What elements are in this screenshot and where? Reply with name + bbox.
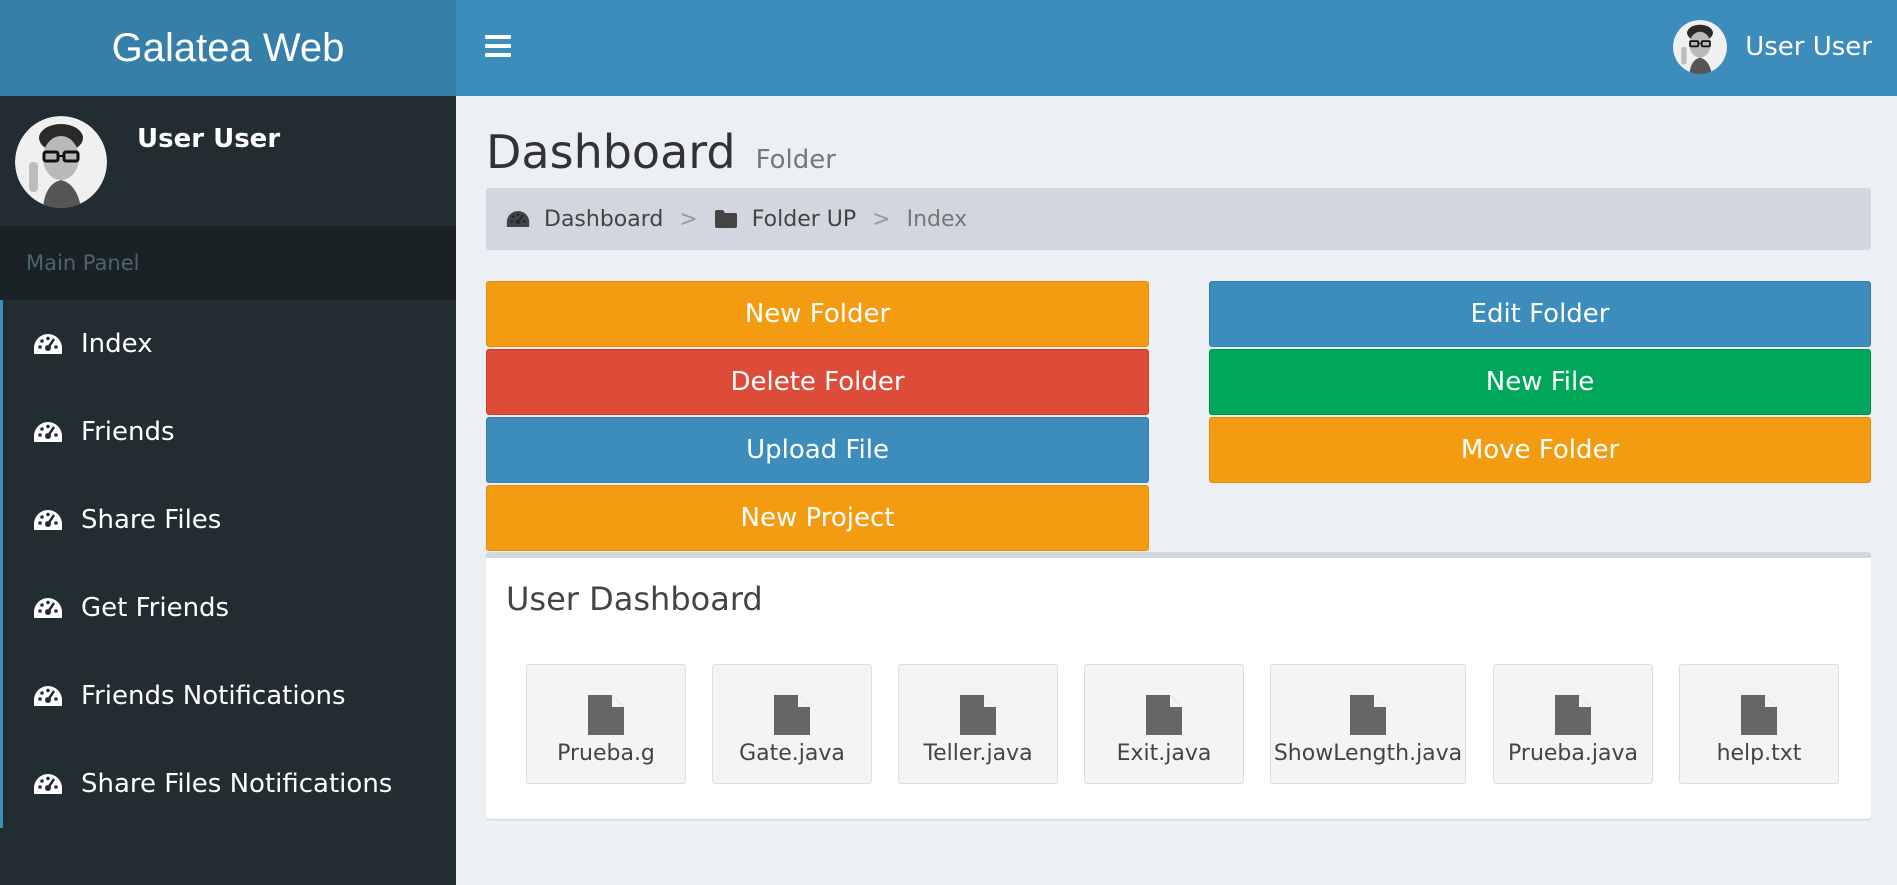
dashboard-icon bbox=[33, 421, 63, 443]
file-icon bbox=[1741, 695, 1777, 735]
dashboard-icon bbox=[33, 773, 63, 795]
sidebar-item-label: Index bbox=[81, 329, 153, 359]
sidebar: User User Main Panel Index Friends Share… bbox=[0, 96, 456, 885]
new-project-button[interactable]: New Project bbox=[486, 485, 1149, 551]
content-header: Dashboard Folder bbox=[486, 125, 836, 179]
file-item-exit-java[interactable]: Exit.java bbox=[1084, 664, 1244, 784]
user-dashboard-box: User Dashboard Prueba.g Gate.java Teller… bbox=[486, 552, 1871, 819]
file-icon bbox=[588, 695, 624, 735]
sidebar-section-header: Main Panel bbox=[0, 226, 456, 300]
file-item-prueba-java[interactable]: Prueba.java bbox=[1493, 664, 1653, 784]
sidebar-item-share-files[interactable]: Share Files bbox=[0, 476, 456, 564]
folder-icon bbox=[714, 210, 737, 228]
user-menu[interactable]: User User bbox=[1673, 20, 1872, 74]
sidebar-item-label: Share Files Notifications bbox=[81, 769, 393, 799]
dashboard-icon bbox=[506, 210, 530, 228]
page-subtitle: Folder bbox=[755, 145, 836, 175]
box-title: User Dashboard bbox=[506, 580, 763, 618]
sidebar-user-name: User User bbox=[137, 124, 281, 154]
file-icon bbox=[1146, 695, 1182, 735]
dashboard-icon bbox=[33, 509, 63, 531]
sidebar-item-label: Share Files bbox=[81, 505, 222, 535]
new-folder-button[interactable]: New Folder bbox=[486, 281, 1149, 347]
sidebar-item-label: Friends Notifications bbox=[81, 681, 346, 711]
file-name: ShowLength.java bbox=[1273, 741, 1463, 766]
sidebar-item-get-friends[interactable]: Get Friends bbox=[0, 564, 456, 652]
sidebar-item-index[interactable]: Index bbox=[0, 300, 456, 388]
breadcrumb: Dashboard > Folder UP > Index bbox=[486, 188, 1871, 250]
file-icon bbox=[774, 695, 810, 735]
sidebar-item-label: Get Friends bbox=[81, 593, 230, 623]
avatar bbox=[1673, 20, 1727, 74]
file-item-teller-java[interactable]: Teller.java bbox=[898, 664, 1058, 784]
file-item-gate-java[interactable]: Gate.java bbox=[712, 664, 872, 784]
file-name: Prueba.g bbox=[557, 741, 655, 766]
breadcrumb-item-index: Index bbox=[906, 206, 968, 232]
breadcrumb-item-folder-up[interactable]: Folder UP bbox=[714, 207, 856, 232]
app-logo[interactable]: Galatea Web bbox=[0, 0, 456, 96]
sidebar-item-share-files-notifications[interactable]: Share Files Notifications bbox=[0, 740, 456, 828]
sidebar-item-friends-notifications[interactable]: Friends Notifications bbox=[0, 652, 456, 740]
dashboard-icon bbox=[33, 685, 63, 707]
file-name: Teller.java bbox=[923, 741, 1033, 766]
sidebar-item-label: Friends bbox=[81, 417, 175, 447]
sidebar-item-friends[interactable]: Friends bbox=[0, 388, 456, 476]
file-name: Prueba.java bbox=[1508, 741, 1638, 766]
file-item-prueba-g[interactable]: Prueba.g bbox=[526, 664, 686, 784]
move-folder-button[interactable]: Move Folder bbox=[1209, 417, 1871, 483]
breadcrumb-separator: > bbox=[872, 206, 891, 232]
delete-folder-button[interactable]: Delete Folder bbox=[486, 349, 1149, 415]
breadcrumb-separator: > bbox=[679, 206, 698, 232]
edit-folder-button[interactable]: Edit Folder bbox=[1209, 281, 1871, 347]
file-item-showlength-java[interactable]: ShowLength.java bbox=[1270, 664, 1466, 784]
user-panel: User User bbox=[0, 96, 456, 226]
file-item-help-txt[interactable]: help.txt bbox=[1679, 664, 1839, 784]
top-navbar: User User bbox=[456, 0, 1897, 96]
sidebar-avatar bbox=[15, 116, 107, 208]
breadcrumb-label: Dashboard bbox=[544, 206, 664, 232]
file-name: Exit.java bbox=[1116, 741, 1212, 766]
file-icon bbox=[1350, 695, 1386, 735]
breadcrumb-item-dashboard[interactable]: Dashboard bbox=[506, 207, 663, 232]
page-title: Dashboard bbox=[486, 125, 736, 179]
new-file-button[interactable]: New File bbox=[1209, 349, 1871, 415]
dashboard-icon bbox=[33, 597, 63, 619]
file-name: Gate.java bbox=[739, 741, 845, 766]
breadcrumb-label: Folder UP bbox=[751, 206, 857, 232]
file-icon bbox=[1555, 695, 1591, 735]
hamburger-icon[interactable] bbox=[485, 35, 511, 57]
user-name: User User bbox=[1745, 32, 1872, 62]
upload-file-button[interactable]: Upload File bbox=[486, 417, 1149, 483]
file-icon bbox=[960, 695, 996, 735]
dashboard-icon bbox=[33, 333, 63, 355]
file-name: help.txt bbox=[1716, 741, 1802, 766]
